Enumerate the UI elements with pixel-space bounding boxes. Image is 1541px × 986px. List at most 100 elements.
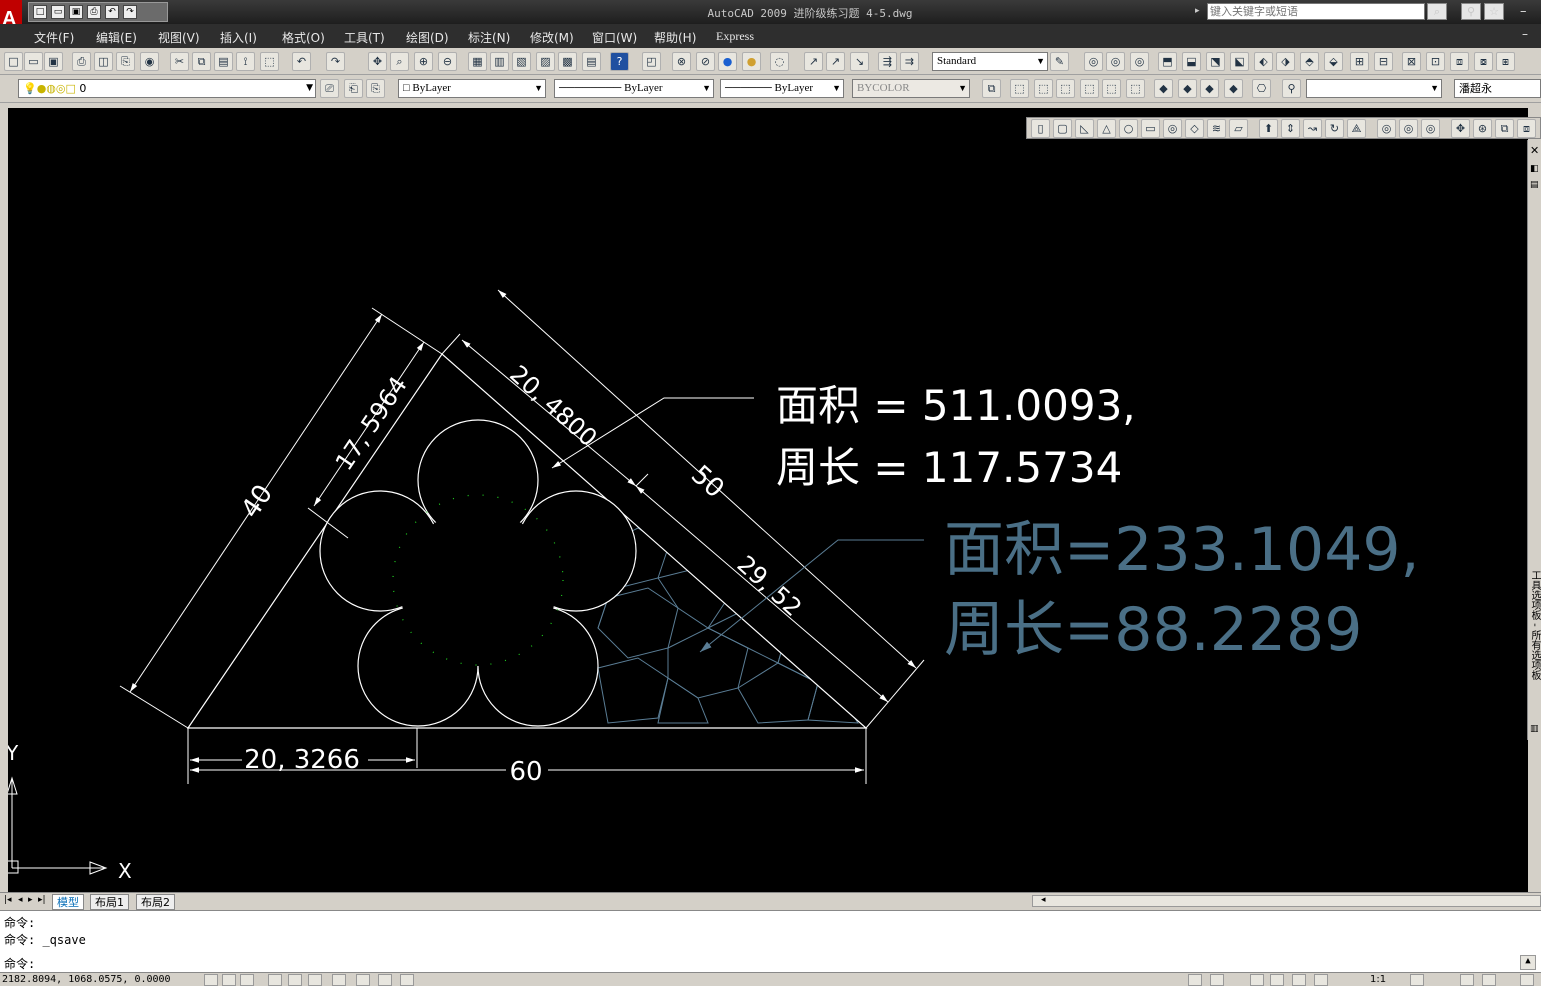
ucs-origin-icon[interactable]: ⬗ [1276, 52, 1295, 71]
ucs-previous-icon[interactable]: ⬓ [1182, 52, 1201, 71]
showmotion-icon[interactable] [1314, 974, 1328, 986]
user-field[interactable]: 潘超永 [1454, 79, 1541, 98]
save-icon[interactable]: ▣ [69, 5, 83, 19]
3d-dwf-icon[interactable]: ◉ [140, 52, 159, 71]
ne-iso-icon[interactable]: ◆ [1200, 79, 1219, 98]
ucs-y-icon[interactable]: ⊟ [1374, 52, 1393, 71]
planar-surface-icon[interactable]: ▱ [1229, 119, 1248, 138]
properties-icon[interactable]: ▦ [468, 52, 487, 71]
annotation-visibility-icon[interactable] [1410, 974, 1424, 986]
object-snap-icon[interactable] [288, 974, 302, 986]
dynamic-input-icon[interactable] [356, 974, 370, 986]
lineweight-select[interactable]: ────── ByLayer ▼ [720, 79, 844, 98]
3d-move-icon[interactable]: ✥ [1451, 119, 1470, 138]
palette-close-icon[interactable]: ✕ [1530, 144, 1539, 157]
multileader-icon[interactable]: ↗ [804, 52, 823, 71]
ucs-view-icon[interactable]: ⬖ [1254, 52, 1273, 71]
tab-layout1[interactable]: 布局1 [90, 894, 129, 910]
free-orbit-icon[interactable]: ◎ [1106, 52, 1125, 71]
new-file-icon[interactable]: □ [33, 5, 47, 19]
hidden-icon[interactable]: ⊘ [696, 52, 715, 71]
pan-icon[interactable]: ✥ [368, 52, 387, 71]
open-file-icon[interactable]: ▭ [51, 5, 65, 19]
sweep-icon[interactable]: ↝ [1303, 119, 1322, 138]
ucs-icon[interactable]: ◰ [642, 52, 661, 71]
right-view-icon[interactable]: ⬚ [1080, 79, 1099, 98]
menu-draw[interactable]: 绘图(D) [406, 29, 449, 46]
menu-window[interactable]: 窗口(W) [592, 29, 637, 46]
ucs-object-icon[interactable]: ⬕ [1230, 52, 1249, 71]
intersect-icon[interactable]: ◎ [1421, 119, 1440, 138]
print-icon[interactable]: ⎙ [87, 5, 101, 19]
presspull-icon[interactable]: ⇕ [1281, 119, 1300, 138]
revolve-icon[interactable]: ↻ [1325, 119, 1344, 138]
menu-file[interactable]: 文件(F) [34, 29, 74, 46]
3d-rotate-icon[interactable]: ⊛ [1473, 119, 1492, 138]
bottom-view-icon[interactable]: ⬚ [1034, 79, 1053, 98]
menu-edit[interactable]: 编辑(E) [96, 29, 137, 46]
plot-icon[interactable]: ⎙ [72, 52, 91, 71]
zoom-status-icon[interactable] [1270, 974, 1284, 986]
menu-format[interactable]: 格式(O) [282, 29, 325, 46]
search-input[interactable] [1207, 3, 1425, 20]
redo-toolbar-icon[interactable]: ↷ [326, 52, 345, 71]
sheet-set-icon[interactable]: ▨ [536, 52, 555, 71]
color-select[interactable]: □ ByLayer ▼ [398, 79, 546, 98]
palette-menu-icon[interactable]: ▥ [1530, 724, 1539, 734]
tab-prev-icon[interactable]: ◂ [18, 895, 23, 905]
collect-leader-icon[interactable]: ⇉ [900, 52, 919, 71]
minimize-button[interactable]: – [1520, 4, 1527, 19]
publish-icon[interactable]: ⎘ [116, 52, 135, 71]
helix-icon[interactable]: ≋ [1207, 119, 1226, 138]
box-icon[interactable]: ▢ [1053, 119, 1072, 138]
annotation-scale[interactable]: 1:1 [1370, 973, 1386, 986]
tab-model[interactable]: 模型 [52, 894, 84, 910]
text-style-select[interactable]: Standard ▼ [932, 52, 1048, 71]
help-icon[interactable]: ? [610, 52, 629, 71]
match-properties-icon[interactable]: ⟟ [236, 52, 255, 71]
menu-help[interactable]: 帮助(H) [654, 29, 696, 46]
polar-tracking-icon[interactable] [268, 974, 282, 986]
align-leader-icon[interactable]: ⇶ [878, 52, 897, 71]
snap-mode-icon[interactable] [204, 974, 218, 986]
left-view-icon[interactable]: ⬚ [1056, 79, 1075, 98]
open-icon[interactable]: ▭ [24, 52, 43, 71]
ucs-manager-icon[interactable]: ⧆ [1496, 52, 1515, 71]
3d-array-icon[interactable]: ⧈ [1517, 119, 1536, 138]
horizontal-scrollbar[interactable]: ◂ [1032, 895, 1541, 907]
menu-express[interactable]: Express [716, 29, 754, 44]
wireframe-icon[interactable]: ⊗ [672, 52, 691, 71]
lineweight-display-icon[interactable] [378, 974, 392, 986]
undo-toolbar-icon[interactable]: ↶ [292, 52, 311, 71]
make-current-layer-icon[interactable]: ⎚ [320, 79, 339, 98]
zoom-window-icon[interactable]: ⊕ [414, 52, 433, 71]
menu-dimension[interactable]: 标注(N) [468, 29, 510, 46]
palette-properties-icon[interactable]: ▤ [1530, 180, 1539, 190]
se-iso-icon[interactable]: ◆ [1178, 79, 1197, 98]
save-toolbar-icon[interactable]: ▣ [44, 52, 63, 71]
drawing-canvas[interactable]: 40 17, 5964 50 20, 4800 29, 52 60 20, 32… [8, 108, 1528, 892]
3d-orbit-icon[interactable]: ◎ [1084, 52, 1103, 71]
ucs-world-icon[interactable]: ⬒ [1158, 52, 1177, 71]
pan-status-icon[interactable] [1250, 974, 1264, 986]
markup-icon[interactable]: ▩ [558, 52, 577, 71]
sphere-icon[interactable]: ○ [1119, 119, 1138, 138]
redo-icon[interactable]: ↷ [123, 5, 137, 19]
view-select[interactable]: ▼ [1306, 79, 1442, 98]
tab-last-icon[interactable]: ▸| [38, 895, 46, 905]
wedge-icon[interactable]: ◺ [1075, 119, 1094, 138]
zoom-realtime-icon[interactable]: ⌕ [390, 52, 409, 71]
tab-first-icon[interactable]: |◂ [4, 895, 12, 905]
layer-select[interactable]: 💡●◍◎□ 0 ▼ [18, 79, 316, 98]
layer-states-icon[interactable]: ⎘ [366, 79, 385, 98]
cylinder-icon[interactable]: ▭ [1141, 119, 1160, 138]
tab-layout2[interactable]: 布局2 [136, 894, 175, 910]
ucs-z-icon[interactable]: ⊠ [1402, 52, 1421, 71]
subtract-icon[interactable]: ◎ [1399, 119, 1418, 138]
extrude-icon[interactable]: ⬆ [1259, 119, 1278, 138]
tool-palette-strip[interactable]: ✕ ◧ ▤ 工具选项板 - 所有选项板 ▥ [1527, 140, 1541, 740]
menu-view[interactable]: 视图(V) [158, 29, 200, 46]
cmd-scroll-icon[interactable]: ▲ [1520, 955, 1536, 970]
block-editor-icon[interactable]: ⬚ [260, 52, 279, 71]
menu-insert[interactable]: 插入(I) [220, 29, 257, 46]
